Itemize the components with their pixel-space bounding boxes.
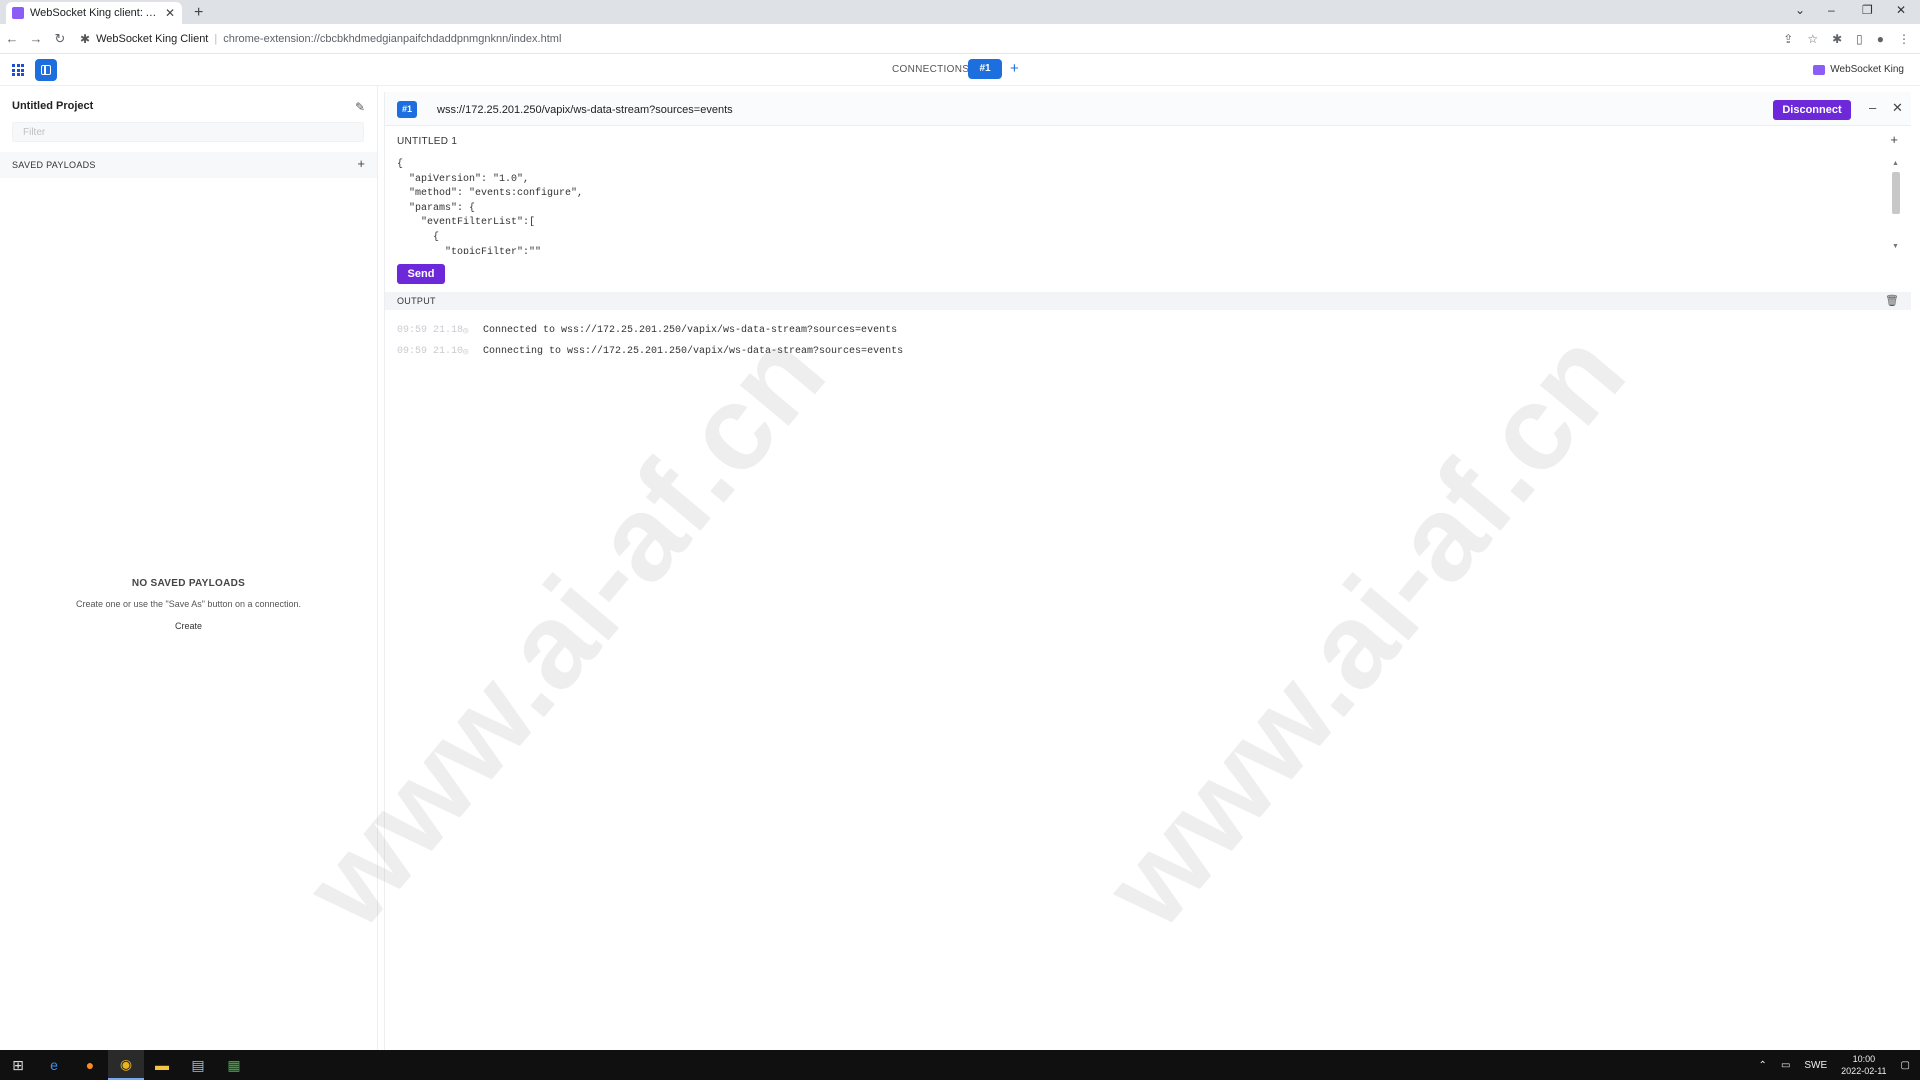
tab-close-icon[interactable]: ✕ — [164, 6, 176, 20]
send-button[interactable]: Send — [397, 264, 445, 284]
connections-label: CONNECTIONS — [892, 64, 970, 75]
spreadsheet-app-icon[interactable]: ▦ — [216, 1050, 252, 1080]
add-connection-button[interactable]: + — [1010, 60, 1019, 77]
clock-time: 10:00 — [1852, 1054, 1876, 1064]
restore-window-icon[interactable]: ❐ — [1862, 3, 1873, 17]
windows-taskbar: ⊞ e ● ◉ ▬ ▤ ▦ ⌃ ▭ SWE 10:00 2022-02-11 ▢ — [0, 1050, 1920, 1080]
brand-name: WebSocket King — [1830, 64, 1904, 75]
scrollbar-thumb[interactable] — [1892, 172, 1900, 214]
share-icon[interactable]: ⇪ — [1783, 32, 1793, 46]
brand: WebSocket King — [1813, 64, 1904, 75]
browser-tab-title: WebSocket King client: A testing — [30, 7, 158, 19]
empty-state-title: NO SAVED PAYLOADS — [131, 578, 246, 589]
tab-connection-1[interactable]: #1 — [968, 59, 1002, 79]
edit-project-icon[interactable]: ✎ — [355, 100, 365, 114]
websocket-king-favicon-icon — [12, 7, 24, 19]
bookmark-star-icon[interactable]: ☆ — [1807, 32, 1818, 46]
editor-scrollbar[interactable]: ▲ ▼ — [1891, 160, 1901, 250]
create-payload-link[interactable]: Create — [0, 621, 377, 631]
log-message: Connecting to wss://172.25.201.250/vapix… — [483, 346, 904, 357]
notepad-icon[interactable]: ▤ — [180, 1050, 216, 1080]
file-explorer-icon[interactable]: ▬ — [144, 1050, 180, 1080]
input-language[interactable]: SWE — [1804, 1060, 1827, 1071]
side-panel-icon[interactable]: ▯ — [1856, 32, 1863, 46]
websocket-king-logo-icon — [1813, 64, 1826, 75]
minimize-connection-icon[interactable]: – — [1869, 100, 1876, 115]
output-header: OUTPUT 🗑 — [385, 292, 1911, 310]
saved-payloads-header: SAVED PAYLOADS + — [0, 152, 377, 178]
browser-tab-strip: WebSocket King client: A testing ✕ + ⌄ –… — [0, 0, 1920, 24]
empty-state: NO SAVED PAYLOADS Create one or use the … — [0, 578, 377, 631]
toggle-sidebar-button[interactable] — [35, 59, 57, 81]
sidebar-panel-icon — [41, 65, 51, 75]
output-label: OUTPUT — [397, 296, 436, 306]
address-bar-row: ← → ↻ ✱ WebSocket King Client | chrome-e… — [0, 24, 1920, 54]
close-connection-icon[interactable]: ✕ — [1892, 100, 1903, 116]
disconnect-button[interactable]: Disconnect — [1773, 100, 1851, 120]
system-tray: ⌃ ▭ SWE 10:00 2022-02-11 ▢ — [1759, 1050, 1910, 1080]
clock[interactable]: 10:00 2022-02-11 — [1841, 1053, 1886, 1077]
forward-icon[interactable]: → — [24, 31, 48, 46]
omnibox-separator: | — [214, 32, 218, 45]
scroll-up-icon[interactable]: ▲ — [1892, 160, 1899, 167]
windows-start-icon[interactable]: ⊞ — [0, 1050, 36, 1080]
log-message: Connected to wss://172.25.201.250/vapix/… — [483, 325, 898, 336]
add-saved-payload-button[interactable]: + — [357, 156, 365, 171]
site-name: WebSocket King Client — [96, 32, 209, 45]
app-grid-icon[interactable] — [12, 64, 24, 76]
log-timestamp: 09:59 21.10 — [397, 346, 464, 357]
scroll-down-icon[interactable]: ▼ — [1892, 243, 1899, 250]
network-icon[interactable]: ▭ — [1781, 1060, 1790, 1071]
log-row: 09:59 21.18 ◎ Connected to wss://172.25.… — [397, 320, 1887, 341]
show-hidden-icons-icon[interactable]: ⌃ — [1759, 1060, 1767, 1071]
log-timestamp: 09:59 21.18 — [397, 325, 464, 336]
minimize-window-icon[interactable]: – — [1828, 3, 1835, 17]
empty-state-description: Create one or use the "Save As" button o… — [75, 599, 302, 609]
browser-tab[interactable]: WebSocket King client: A testing ✕ — [6, 2, 182, 24]
connection-badge: #1 — [397, 101, 417, 118]
log-row: 09:59 21.10 ◎ Connecting to wss://172.25… — [397, 341, 1887, 362]
profile-avatar-icon[interactable]: ● — [1877, 32, 1884, 46]
sidebar: Untitled Project ✎ SAVED PAYLOADS + NO S… — [0, 86, 378, 1050]
output-log: 09:59 21.18 ◎ Connected to wss://172.25.… — [397, 320, 1887, 362]
browser-toolbar: ⇪ ☆ ✱ ▯ ● ⋮ — [1783, 24, 1910, 54]
payload-name[interactable]: UNTITLED 1 — [397, 136, 457, 147]
connection-url-row: #1 Disconnect – ✕ — [385, 92, 1911, 126]
websocket-url-input[interactable] — [437, 101, 1737, 118]
clock-date: 2022-02-11 — [1841, 1066, 1887, 1076]
browser-menu-icon[interactable]: ⋮ — [1898, 32, 1910, 46]
firefox-icon[interactable]: ● — [72, 1050, 108, 1080]
edge-browser-icon[interactable]: e — [36, 1050, 72, 1080]
notifications-icon[interactable]: ▢ — [1901, 1060, 1910, 1071]
extension-puzzle-icon: ✱ — [80, 31, 91, 46]
close-window-icon[interactable]: ✕ — [1896, 3, 1906, 17]
filter-input[interactable] — [12, 122, 364, 142]
chrome-icon[interactable]: ◉ — [108, 1050, 144, 1080]
project-title: Untitled Project — [12, 100, 94, 112]
saved-payloads-label: SAVED PAYLOADS — [12, 160, 96, 170]
new-tab-button[interactable]: + — [194, 4, 203, 22]
extensions-icon[interactable]: ✱ — [1832, 32, 1842, 46]
connection-panel: #1 Disconnect – ✕ UNTITLED 1 + { "apiVer… — [384, 92, 1911, 1050]
reload-icon[interactable]: ↻ — [48, 31, 72, 47]
info-icon: ◎ — [463, 325, 469, 336]
page-url[interactable]: chrome-extension://cbcbkhdmedgianpaifchd… — [223, 33, 561, 45]
app-header: CONNECTIONS #1 + WebSocket King — [0, 54, 1920, 86]
back-icon[interactable]: ← — [0, 31, 24, 46]
payload-editor[interactable]: { "apiVersion": "1.0", "method": "events… — [397, 158, 1887, 254]
clear-output-trash-icon[interactable]: 🗑 — [1885, 294, 1899, 307]
tab-search-icon[interactable]: ⌄ — [1795, 3, 1805, 17]
add-payload-button[interactable]: + — [1890, 132, 1898, 147]
info-icon: ◎ — [463, 346, 469, 357]
omnibox[interactable]: ✱ WebSocket King Client | chrome-extensi… — [80, 32, 561, 46]
